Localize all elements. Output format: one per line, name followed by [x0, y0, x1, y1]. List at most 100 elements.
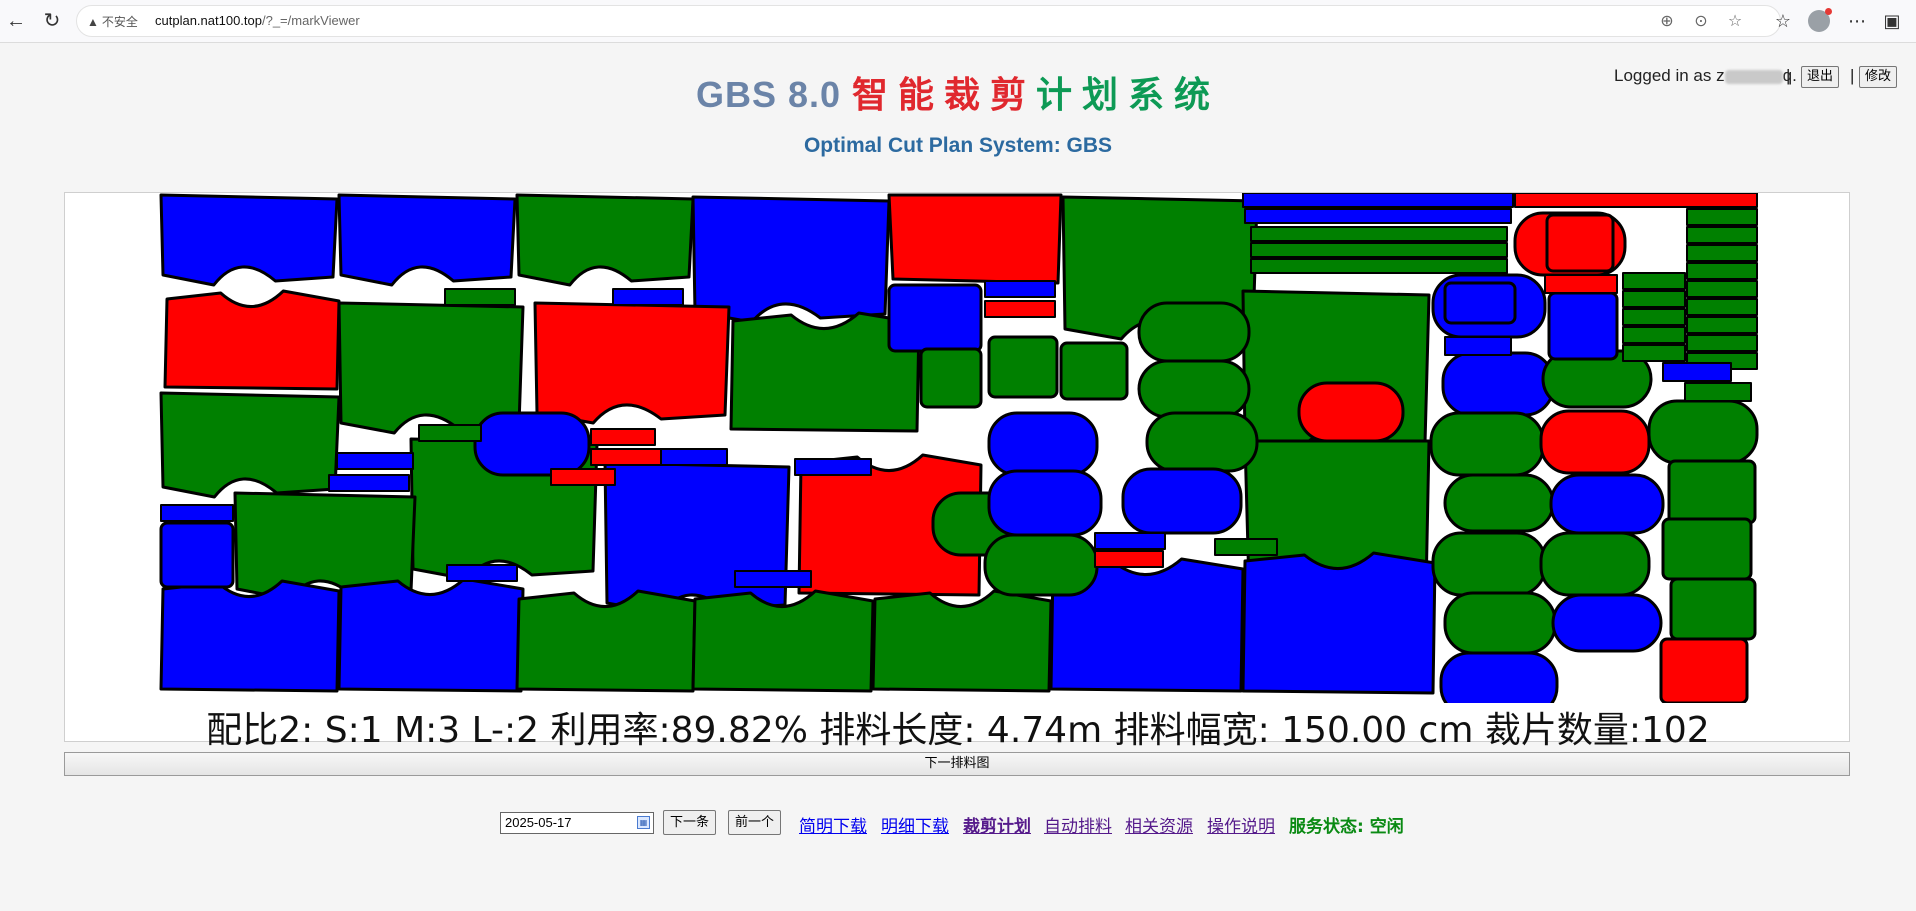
marker-piece — [1443, 281, 1517, 325]
marker-strip — [1686, 244, 1758, 262]
marker-piece — [163, 289, 341, 391]
marker-piece — [159, 579, 341, 693]
marker-strip — [446, 564, 518, 582]
marker-strip — [984, 300, 1056, 318]
marker-strip — [984, 280, 1056, 298]
url-text[interactable]: cutplan.nat100.top/?_=/markViewer — [155, 13, 360, 28]
marker-strip — [1662, 362, 1732, 382]
modify-button[interactable]: 修改 — [1859, 66, 1898, 88]
marker-strip — [1094, 550, 1164, 568]
date-input[interactable]: 2025-05-17 ▦ — [500, 812, 654, 834]
marker-piece — [1429, 411, 1545, 477]
link-cut-plan[interactable]: 裁剪计划 — [963, 812, 1031, 837]
marker-strip — [1622, 344, 1686, 362]
marker-piece — [1241, 551, 1437, 695]
marker-strip — [1686, 262, 1758, 280]
service-status: 服务状态: 空闲 — [1289, 817, 1404, 837]
more-options-icon[interactable]: ⊙ — [1691, 12, 1711, 32]
marker-piece — [473, 411, 591, 477]
link-instructions[interactable]: 操作说明 — [1207, 812, 1275, 837]
logout-button[interactable]: 退出 — [1801, 66, 1840, 88]
login-user: z q. — [1716, 66, 1797, 85]
marker-strip — [794, 458, 872, 476]
favorites-icon[interactable]: ☆ — [1771, 9, 1795, 33]
marker-strip — [590, 448, 662, 466]
zoom-icon[interactable]: ⊕ — [1657, 12, 1677, 32]
address-bar[interactable]: ▲ 不安全 cutplan.nat100.top/?_=/markViewer ⊕… — [76, 5, 1781, 37]
marker-piece — [919, 347, 983, 409]
marker-strip — [1686, 334, 1758, 352]
marker-piece — [337, 577, 525, 693]
marker-strip — [612, 288, 684, 306]
marker-piece — [1059, 341, 1129, 401]
title-gbs: GBS 8.0 — [695, 74, 841, 115]
bottom-toolbar: 2025-05-17 ▦ 下一条 前一个 简明下载 明细下载 裁剪计划 自动排料… — [0, 810, 1916, 840]
marker-piece — [515, 589, 697, 693]
marker-strip — [1250, 242, 1508, 258]
marker-panel: 配比2: S:1 M:3 L-:2 利用率:89.82% 排料长度: 4.74m… — [64, 192, 1850, 751]
marker-piece — [1549, 473, 1665, 535]
marker-strip — [1686, 280, 1758, 298]
marker-piece — [1297, 381, 1405, 443]
marker-piece — [159, 521, 235, 589]
back-icon[interactable]: ← — [4, 9, 28, 33]
sidebar-icon[interactable]: ▣ — [1880, 9, 1904, 33]
link-resources[interactable]: 相关资源 — [1125, 812, 1193, 837]
marker-strip — [1684, 382, 1752, 402]
marker-summary: 配比2: S:1 M:3 L-:2 利用率:89.82% 排料长度: 4.74m… — [206, 710, 1710, 751]
title-cn-red: 智能裁剪 — [852, 74, 1037, 115]
marker-piece — [1137, 301, 1251, 363]
browser-toolbar: ← ↻ ▲ 不安全 cutplan.nat100.top/?_=/markView… — [0, 0, 1916, 43]
marker-piece — [871, 589, 1053, 693]
reload-icon[interactable]: ↻ — [40, 9, 64, 33]
prev-item-button[interactable]: 前一个 — [728, 810, 782, 835]
marker-piece — [1547, 291, 1619, 361]
marker-piece — [159, 193, 339, 287]
marker-layout — [159, 193, 1759, 703]
marker-strip — [1214, 538, 1278, 556]
marker-piece — [1647, 399, 1759, 465]
warning-icon: ▲ — [87, 15, 99, 29]
marker-strip — [1622, 308, 1686, 326]
link-simple-download[interactable]: 简明下载 — [799, 812, 867, 837]
link-auto-marker[interactable]: 自动排料 — [1044, 812, 1112, 837]
next-marker-button[interactable]: 下一排料图 — [64, 752, 1850, 776]
marker-strip — [1622, 290, 1686, 308]
marker-piece — [1439, 651, 1559, 703]
marker-piece — [887, 283, 983, 353]
marker-strip — [1094, 532, 1166, 550]
marker-strip — [1686, 208, 1758, 226]
marker-strip — [1622, 326, 1686, 344]
marker-strip — [160, 504, 234, 522]
security-indicator[interactable]: ▲ 不安全 — [87, 13, 138, 30]
marker-piece — [1551, 593, 1663, 653]
marker-piece — [337, 193, 517, 287]
link-detail-download[interactable]: 明细下载 — [881, 812, 949, 837]
marker-piece — [1667, 459, 1757, 525]
marker-strip — [1686, 298, 1758, 316]
calendar-icon[interactable]: ▦ — [637, 816, 650, 829]
favorite-star-icon[interactable]: ☆ — [1725, 12, 1745, 32]
marker-strip — [336, 452, 414, 470]
marker-piece — [1659, 637, 1749, 703]
marker-piece — [159, 391, 341, 499]
marker-strip — [444, 288, 516, 306]
marker-strip — [1242, 193, 1514, 208]
marker-piece — [1545, 213, 1615, 273]
marker-strip — [590, 428, 656, 446]
marker-piece — [515, 193, 695, 287]
marker-strip — [1622, 272, 1686, 290]
marker-piece — [1137, 359, 1251, 419]
page-subtitle: Optimal Cut Plan System: GBS — [803, 134, 1113, 157]
marker-piece — [533, 301, 731, 425]
profile-avatar[interactable] — [1808, 8, 1832, 32]
marker-strip — [418, 424, 482, 442]
next-item-button[interactable]: 下一条 — [663, 810, 717, 835]
marker-piece — [1121, 467, 1243, 535]
marker-piece — [987, 469, 1103, 537]
redacted-username — [1724, 69, 1783, 84]
menu-icon[interactable]: ⋯ — [1845, 9, 1869, 33]
marker-strip — [660, 448, 728, 466]
marker-strip — [1686, 316, 1758, 334]
marker-piece — [1669, 577, 1757, 641]
